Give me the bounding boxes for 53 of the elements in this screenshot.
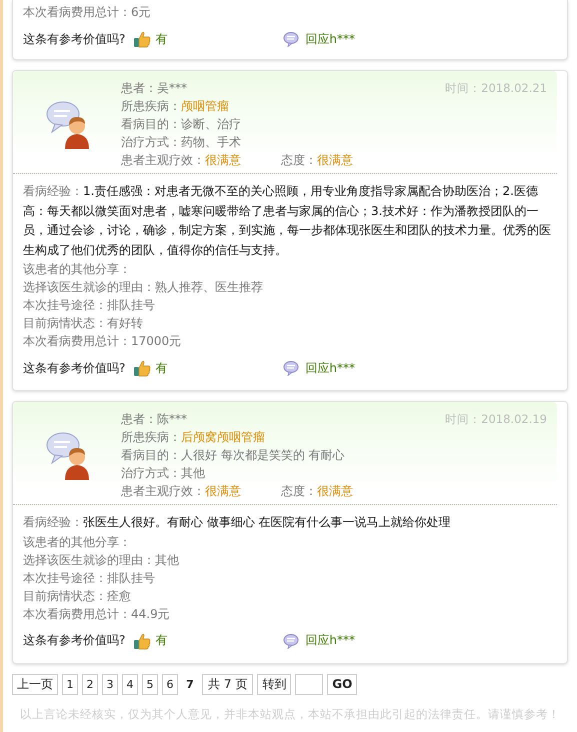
- reply-link[interactable]: 回应h***: [305, 360, 355, 376]
- detail-line: 本次挂号途径：排队挂号: [23, 297, 156, 314]
- detail-line: 本次看病费用总计：17000元: [23, 333, 182, 350]
- detail-line: 目前病情状态：痊愈: [23, 588, 132, 604]
- helpful-question: 这条有参考价值吗?: [23, 30, 126, 48]
- go-button[interactable]: GO: [327, 674, 358, 694]
- page-input-field[interactable]: [295, 674, 324, 694]
- purpose-line: 看病目的：人很好 每次都是笑笑的 有耐心: [121, 447, 346, 464]
- helpful-yes-link[interactable]: 有: [155, 360, 284, 376]
- reply-link[interactable]: 回应h***: [305, 30, 355, 48]
- treatment-line: 治疗方式：其他: [121, 465, 206, 482]
- page-button[interactable]: 5: [142, 674, 158, 694]
- disease-line: 所患疾病：后颅窝颅咽管瘤: [121, 429, 266, 446]
- helpful-question: 这条有参考价值吗?: [23, 360, 126, 376]
- detail-line: 目前病情状态：有好转: [23, 315, 144, 332]
- page-total: 共 7 页: [202, 674, 254, 694]
- fee-line: 本次看病费用总计：6元: [23, 4, 152, 21]
- helpful-yes-link[interactable]: 有: [155, 632, 284, 649]
- attitude-rating: 态度：很满意: [281, 483, 353, 500]
- page-button[interactable]: 4: [122, 674, 138, 694]
- patient-line: 患者：吴***: [121, 80, 187, 97]
- experience-text: 看病经验：1.责任感强：对患者无微不至的关心照顾，用专业角度指导家属配合协助医治；2.医德高：每天都以微笑面对患者，嘘寒问暖带给了患者与家属的信心；3.技术好：作为潘教授团队的一员，通过会诊，讨论，确诊，制定方案，到实施，每一步都体现张医生和团队的技术力量。优秀的医生构成了他们优秀的团队，值得你的信任与支持。: [23, 183, 552, 258]
- page-button[interactable]: 3: [102, 674, 118, 694]
- previous-page-button[interactable]: 上一页: [12, 674, 58, 694]
- detail-line: 本次挂号途径：排队挂号: [23, 570, 156, 586]
- thumbs-up-icon: [133, 359, 152, 377]
- thumbs-up-icon: [133, 632, 152, 650]
- comment-icon: [283, 31, 300, 47]
- thumbs-up-icon: [133, 30, 152, 48]
- effect-rating: 患者主观疗效：很满意: [121, 483, 241, 500]
- other-share-label: 该患者的其他分享：: [23, 534, 132, 550]
- review-time: 时间：2018.02.21: [445, 80, 547, 97]
- helpful-yes-link[interactable]: 有: [155, 30, 284, 48]
- attitude-rating: 态度：很满意: [281, 152, 353, 169]
- comment-icon: [283, 632, 300, 648]
- review-time: 时间：2018.02.19: [445, 411, 547, 428]
- reply-link[interactable]: 回应h***: [305, 632, 355, 649]
- detail-line: 本次看病费用总计：44.9元: [23, 606, 171, 622]
- effect-rating: 患者主观疗效：很满意: [121, 152, 241, 169]
- treatment-line: 治疗方式：药物、手术: [121, 134, 242, 151]
- experience-text: 看病经验：张医生人很好。有耐心 做事细心 在医院有什么事一说马上就给你处理: [23, 514, 452, 531]
- purpose-line: 看病目的：诊断、治疗: [121, 116, 242, 133]
- goto-button[interactable]: 转到: [257, 674, 292, 694]
- detail-line: 选择该医生就诊的理由：熟人推荐、医生推荐: [23, 279, 264, 296]
- disease-line: 所患疾病：颅咽管瘤: [121, 98, 230, 115]
- other-share-label: 该患者的其他分享：: [23, 261, 132, 278]
- detail-line: 选择该医生就诊的理由：其他: [23, 552, 180, 568]
- patient-line: 患者：陈***: [121, 411, 187, 428]
- page-button[interactable]: 2: [82, 674, 98, 694]
- page-button[interactable]: 1: [62, 674, 78, 694]
- comment-icon: [283, 360, 300, 376]
- helpful-question: 这条有参考价值吗?: [23, 632, 126, 649]
- page-button[interactable]: 6: [162, 674, 178, 694]
